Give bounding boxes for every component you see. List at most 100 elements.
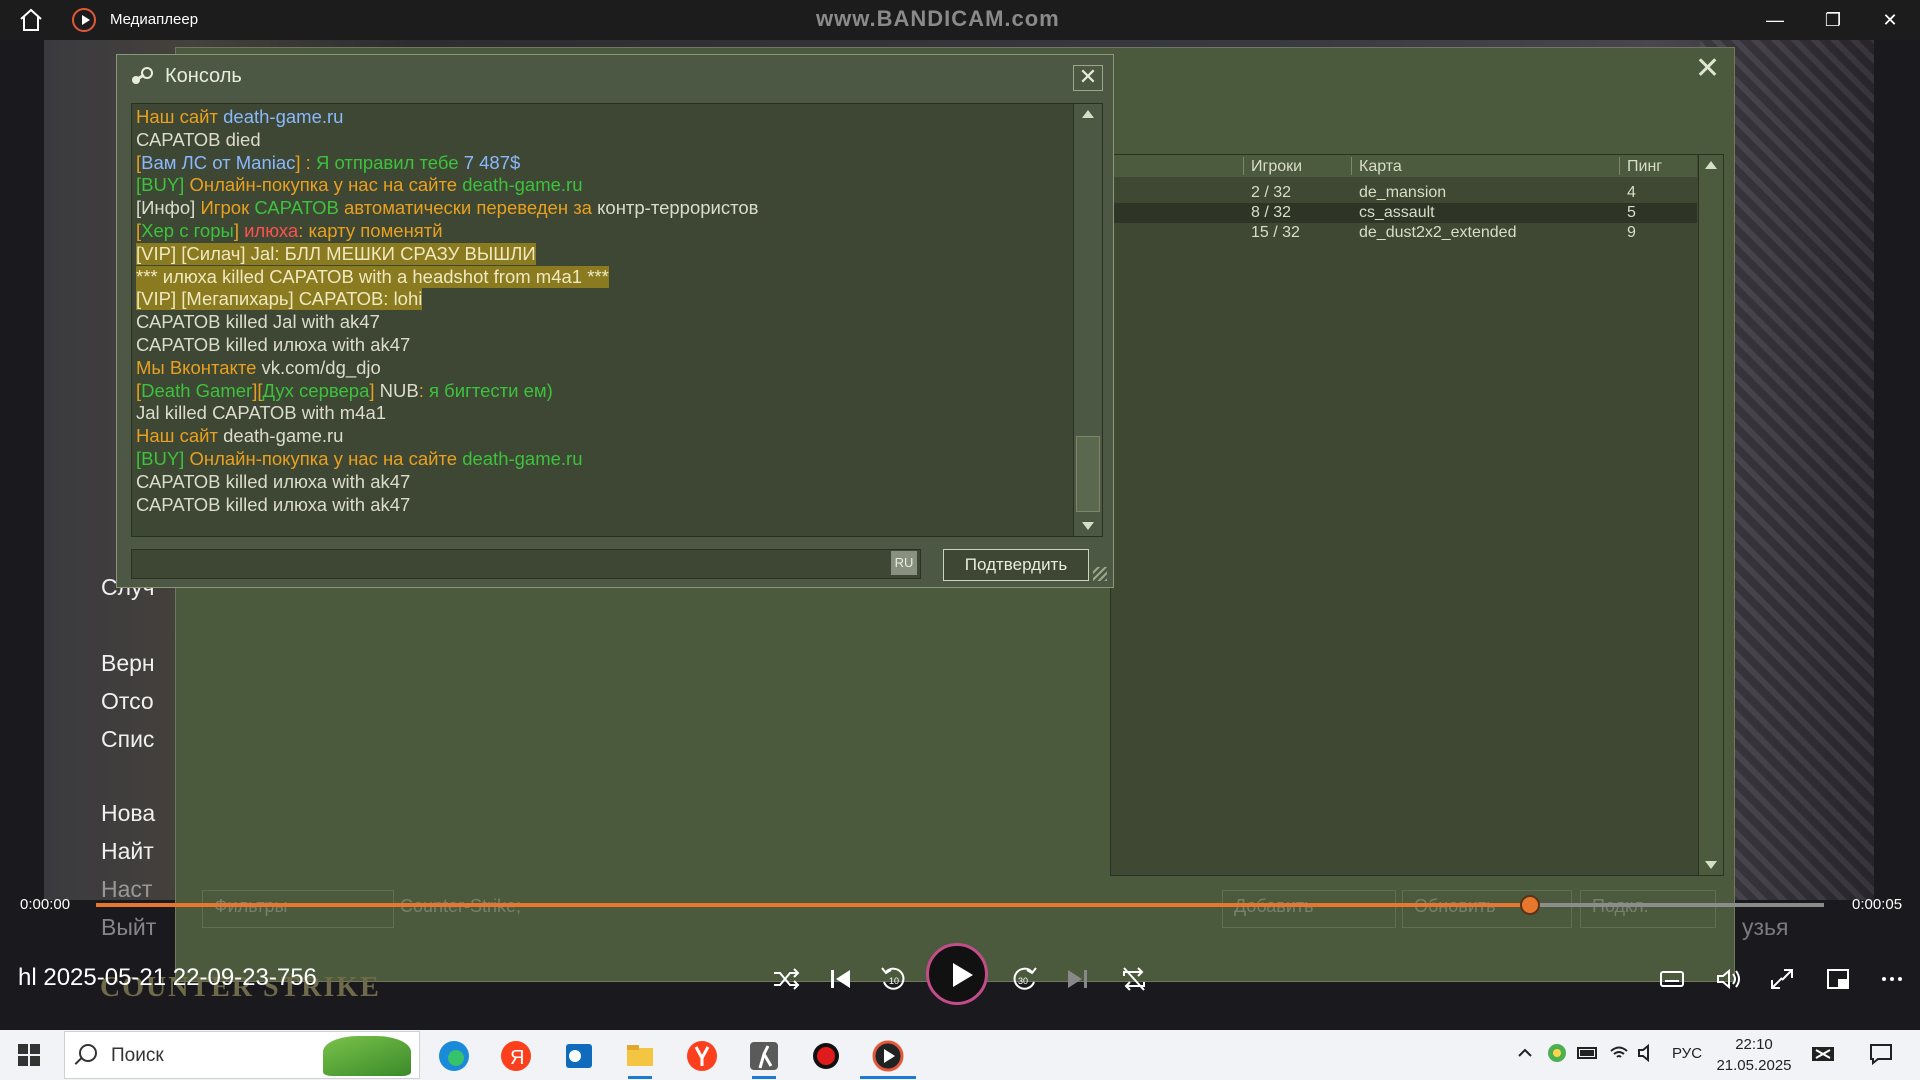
server-browser-close-button[interactable]: ✕ <box>1695 54 1720 84</box>
column-separator <box>1351 157 1352 175</box>
menu-item-exit[interactable]: Выйт <box>101 914 173 941</box>
console-line-segment: death-game.ru <box>223 106 344 127</box>
column-header-map[interactable]: Карта <box>1359 158 1402 176</box>
console-line: Наш сайт death-game.ru <box>136 425 343 447</box>
volume-icon[interactable] <box>1710 962 1746 996</box>
home-icon[interactable] <box>18 8 44 32</box>
friends-menu-text: узья <box>1742 914 1789 940</box>
server-map: de_dust2x2_extended <box>1359 224 1517 241</box>
window-title: Медиаплеер <box>110 11 199 28</box>
scroll-up-arrow-icon[interactable] <box>1082 110 1094 118</box>
menu-item-find[interactable]: Найт <box>101 838 173 865</box>
repeat-off-icon[interactable] <box>1116 962 1152 996</box>
previous-icon[interactable] <box>822 962 858 996</box>
taskbar-search-box[interactable]: Поиск <box>64 1031 420 1079</box>
play-button[interactable] <box>926 943 988 1005</box>
menu-item-list[interactable]: Спис <box>101 726 173 753</box>
speaker-icon[interactable] <box>1636 1042 1658 1064</box>
notifications-icon[interactable] <box>1868 1042 1894 1066</box>
menu-item-disconnect[interactable]: Отсо <box>101 688 173 715</box>
keyboard-icon[interactable] <box>1810 1042 1836 1066</box>
media-player-taskbar-icon[interactable] <box>868 1036 908 1076</box>
svg-text:10: 10 <box>889 976 899 986</box>
console-line-segment: Jal killed САРАТОВ with m4a1 <box>136 402 387 424</box>
server-players: 2 / 32 <box>1251 184 1292 201</box>
console-line-segment: [BUY] <box>136 174 190 196</box>
forward-30-icon[interactable]: 30 <box>1006 962 1042 996</box>
console-line-segment: ] <box>369 379 380 401</box>
search-highlight-image <box>323 1036 411 1076</box>
console-line: [Death Gamer][Дух сервера] NUB: я бигтес… <box>136 380 553 402</box>
maximize-button[interactable]: ❐ <box>1818 8 1848 32</box>
player-title-bar: Медиаплеер www.BANDICAM.com — ❐ ✕ <box>0 0 1920 40</box>
close-window-button[interactable]: ✕ <box>1875 8 1905 32</box>
yandex-icon[interactable] <box>682 1036 722 1076</box>
menu-item-new[interactable]: Нова <box>101 800 173 827</box>
svg-text:Я: Я <box>510 1047 524 1069</box>
console-line-segment: я бигтести ем) <box>428 379 553 401</box>
server-row-selected[interactable]: 8 / 32 cs_assault 5 <box>1111 203 1697 223</box>
subtitles-icon[interactable] <box>1654 962 1690 996</box>
minimize-button[interactable]: — <box>1760 8 1790 32</box>
seek-bar[interactable] <box>96 895 1824 915</box>
resize-grip-icon[interactable] <box>1093 567 1107 581</box>
column-separator <box>1619 157 1620 175</box>
server-row[interactable]: 15 / 32 de_dust2x2_extended 9 <box>1111 223 1697 243</box>
counter-strike-app-icon[interactable] <box>744 1036 784 1076</box>
console-line: [BUY] Онлайн-покупка у нас на сайте deat… <box>136 174 583 196</box>
server-players: 15 / 32 <box>1251 224 1300 241</box>
server-ping: 9 <box>1627 224 1636 241</box>
console-submit-button[interactable]: Подтвердить <box>943 549 1089 581</box>
server-list-header: Игроки Карта Пинг <box>1111 155 1697 177</box>
edge-icon[interactable] <box>434 1036 474 1076</box>
outlook-icon[interactable] <box>558 1036 598 1076</box>
input-language-badge: RU <box>891 551 917 575</box>
scroll-down-arrow-icon[interactable] <box>1082 522 1094 530</box>
next-icon[interactable] <box>1060 962 1096 996</box>
fullscreen-icon[interactable] <box>1764 962 1800 996</box>
scroll-down-arrow-icon[interactable] <box>1705 861 1717 869</box>
server-list: Игроки Карта Пинг 2 / 32 de_mansion 4 8 … <box>1110 154 1724 876</box>
scroll-up-arrow-icon[interactable] <box>1705 161 1717 169</box>
system-clock[interactable]: 22:10 21.05.2025 <box>1714 1034 1794 1076</box>
console-line-segment: илюха <box>244 220 299 241</box>
column-header-ping[interactable]: Пинг <box>1627 158 1662 176</box>
battery-icon[interactable] <box>1576 1042 1600 1064</box>
console-line: САРАТОВ killed илюха with ak47 <box>136 471 410 493</box>
file-explorer-icon[interactable] <box>620 1036 660 1076</box>
console-line: [VIP] [Мегапихарь] САРАТОВ: lohi <box>136 288 423 311</box>
bandicam-record-icon[interactable] <box>806 1036 846 1076</box>
console-line-segment: 7 487$ <box>463 151 521 173</box>
column-header-players[interactable]: Игроки <box>1251 158 1302 176</box>
console-line: *** илюха killed САРАТОВ with a headshot… <box>136 265 609 288</box>
search-placeholder: Поиск <box>111 1045 164 1066</box>
rewind-10-icon[interactable]: 10 <box>876 962 912 996</box>
server-list-scrollbar[interactable] <box>1698 155 1723 875</box>
console-input[interactable] <box>131 549 921 579</box>
console-line-segment: Игрок <box>200 197 255 219</box>
tray-chevron-up-icon[interactable] <box>1514 1042 1536 1064</box>
server-ping: 5 <box>1627 204 1636 221</box>
console-line-segment: контр-террористов <box>597 197 759 219</box>
server-row[interactable]: 2 / 32 de_mansion 4 <box>1111 183 1697 203</box>
input-language-indicator[interactable]: РУС <box>1672 1045 1702 1062</box>
console-line: САРАТОВ killed илюха with ak47 <box>136 494 410 516</box>
console-line-segment: Онлайн-покупка у нас на сайте <box>189 174 463 196</box>
windows-start-icon[interactable] <box>18 1044 42 1068</box>
yandex-browser-icon[interactable]: Я <box>496 1036 536 1076</box>
tray-app-icon[interactable] <box>1546 1042 1568 1064</box>
more-options-icon[interactable] <box>1874 962 1910 996</box>
console-close-button[interactable]: ✕ <box>1073 65 1103 91</box>
server-players: 8 / 32 <box>1251 204 1292 221</box>
console-scrollbar[interactable] <box>1073 103 1103 537</box>
console-line: САРАТОВ killed Jal with ak47 <box>136 311 380 333</box>
menu-item-return[interactable]: Верн <box>101 650 173 677</box>
console-line-segment: : <box>418 379 429 401</box>
mini-player-icon[interactable] <box>1820 962 1856 996</box>
console-scroll-thumb[interactable] <box>1076 436 1100 512</box>
menu-item-settings[interactable]: Наст <box>101 876 173 903</box>
shuffle-icon[interactable] <box>768 962 804 996</box>
media-file-name: hl 2025-05-21 22-09-23-756 <box>18 964 317 991</box>
console-line-segment: [VIP] [Мегапихарь] САРАТОВ: lohi <box>136 288 423 310</box>
wifi-icon[interactable] <box>1608 1042 1630 1064</box>
